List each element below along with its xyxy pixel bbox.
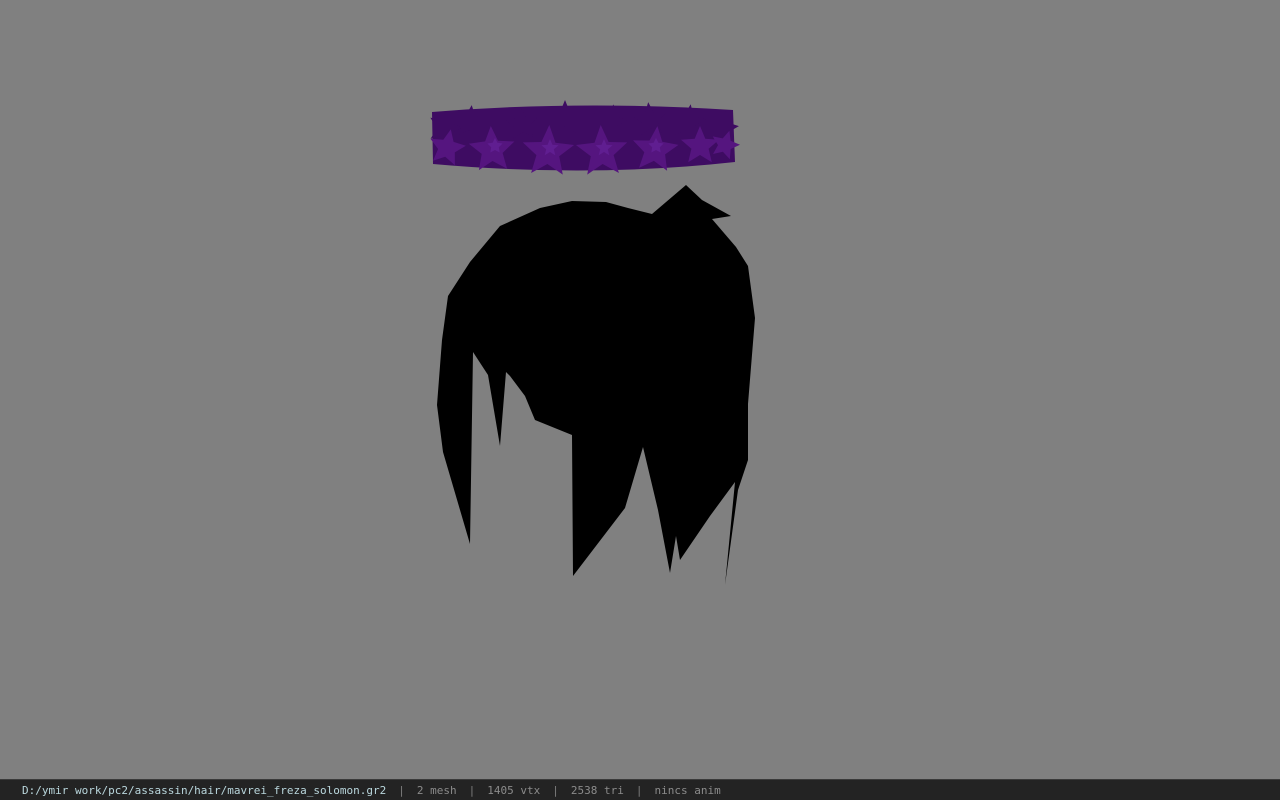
vertex-count-label: 1405 vtx	[487, 783, 541, 797]
model-render[interactable]	[0, 0, 1280, 779]
status-separator: |	[635, 783, 643, 797]
3d-viewport[interactable]	[0, 0, 1280, 779]
status-separator: |	[552, 783, 559, 797]
status-bar: D:/ymir work/pc2/assassin/hair/mavrei_fr…	[0, 779, 1280, 800]
file-path-label: D:/ymir work/pc2/assassin/hair/mavrei_fr…	[22, 783, 387, 797]
anim-status-label: nincs anim	[654, 783, 721, 797]
mesh-count-label: 2 mesh	[416, 783, 457, 797]
star-crown-mesh	[430, 100, 740, 175]
triangle-count-label: 2538 tri	[570, 783, 624, 797]
status-separator: |	[398, 783, 405, 797]
hair-mesh	[437, 185, 755, 585]
status-separator: |	[468, 783, 476, 797]
